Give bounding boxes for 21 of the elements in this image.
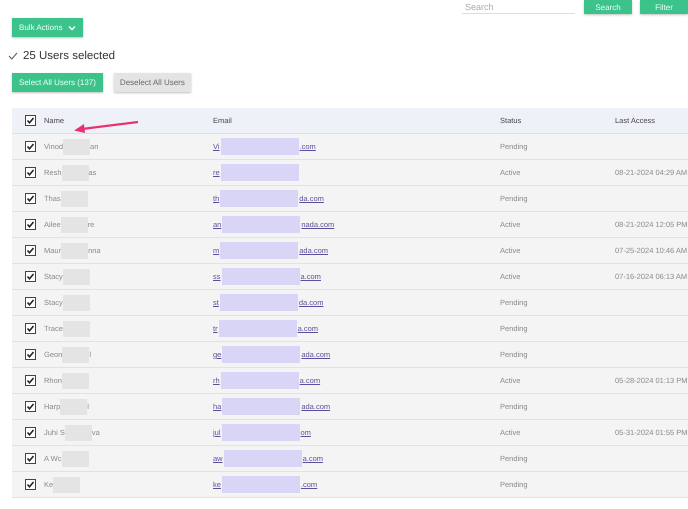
row-checkbox[interactable] [24, 401, 36, 412]
search-field[interactable]: Search [462, 1, 575, 14]
checkmark-icon [8, 52, 18, 60]
row-checkbox[interactable] [24, 297, 36, 308]
select-all-checkbox[interactable] [24, 115, 36, 126]
row-checkbox[interactable] [24, 167, 36, 178]
deselect-all-users-button[interactable]: Deselect All Users [114, 73, 191, 92]
row-checkbox[interactable] [24, 193, 36, 204]
row-checkbox[interactable] [24, 141, 36, 152]
row-checkbox[interactable] [24, 323, 36, 334]
row-checkbox[interactable] [24, 479, 36, 490]
row-checkbox[interactable] [24, 453, 36, 464]
selection-count: 25 Users selected [23, 50, 116, 62]
row-checkbox[interactable] [24, 427, 36, 438]
arrow-annotation [72, 120, 140, 134]
row-checkbox[interactable] [24, 349, 36, 360]
row-checkbox[interactable] [24, 219, 36, 230]
row-checkbox[interactable] [24, 245, 36, 256]
chevron-down-icon [68, 24, 76, 30]
row-checkbox[interactable] [24, 375, 36, 386]
row-checkbox[interactable] [24, 271, 36, 282]
